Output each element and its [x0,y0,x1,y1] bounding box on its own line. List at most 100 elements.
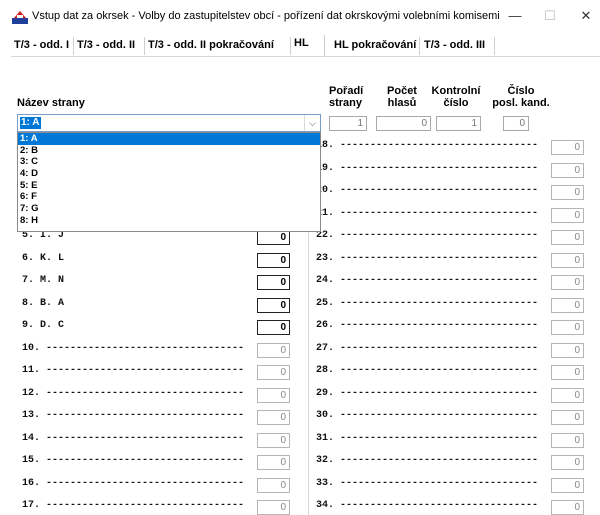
tab-divider [11,56,600,57]
candidate-votes-input: 0 [551,342,584,358]
candidate-label: 8. B. A [22,297,65,309]
candidate-votes-input: 0 [257,432,290,448]
control-number-header: Kontrolní číslo [431,85,481,109]
last-candidate-header: Číslo posl. kand. [490,85,552,109]
candidate-votes-input[interactable]: 0 [257,275,290,290]
candidate-votes-input: 0 [257,455,290,470]
candidate-label: 27. --------------------------------- [316,342,539,354]
tab-hl[interactable]: HL [291,35,325,56]
candidate-label: 17. --------------------------------- [22,500,245,511]
candidate-label: 12. --------------------------------- [22,387,245,399]
last-candidate-field: 0 [503,116,529,131]
candidate-votes-input[interactable]: 0 [257,252,290,268]
dropdown-option[interactable]: 5: E [18,180,320,192]
candidate-label: 13. --------------------------------- [22,410,245,421]
tab-t3-odd-2-continued[interactable]: T/3 - odd. II pokračování [145,37,291,55]
dropdown-option[interactable]: 2: B [18,145,320,157]
candidate-label: 15. --------------------------------- [22,455,245,466]
candidate-votes-input: 0 [257,410,290,425]
candidate-label: 16. --------------------------------- [22,477,245,489]
candidate-label: 25. --------------------------------- [316,297,539,309]
candidate-label: 26. --------------------------------- [316,320,539,331]
control-number-field: 1 [436,116,481,131]
votes-header: Počet hlasů [381,85,423,109]
candidate-label: 21. --------------------------------- [316,207,539,219]
candidate-label: 29. --------------------------------- [316,387,539,399]
candidate-votes-input: 0 [551,455,584,470]
party-select[interactable]: 1: A ⌵ [17,114,321,132]
minimize-button[interactable]: — [505,8,525,26]
candidate-votes-input[interactable]: 0 [257,320,290,335]
tab-t3-odd-2[interactable]: T/3 - odd. II [74,37,145,55]
control-number-header-line1: Kontrolní [431,85,481,97]
party-order-header-line1: Pořadí [329,85,364,97]
candidate-label: 34. --------------------------------- [316,500,539,511]
control-number-header-line2: číslo [443,97,469,109]
candidate-votes-input: 0 [551,432,584,448]
candidate-votes-input: 0 [257,342,290,358]
candidate-label: 6. K. L [22,252,65,264]
candidate-votes-input[interactable]: 0 [257,297,290,313]
candidate-label: 30. --------------------------------- [316,410,539,421]
dropdown-option[interactable]: 7: G [18,203,320,215]
votes-header-line2: hlasů [387,97,417,109]
candidate-label: 24. --------------------------------- [316,275,539,286]
dropdown-option[interactable]: 3: C [18,156,320,168]
chevron-down-icon[interactable]: ⌵ [304,115,320,131]
tab-hl-continued[interactable]: HL pokračování [326,37,420,55]
party-select-value: 1: A [20,117,41,129]
candidate-votes-input: 0 [257,477,290,493]
party-name-header: Název strany [17,97,85,109]
votes-header-line1: Počet [387,85,417,97]
candidate-label: 11. --------------------------------- [22,365,245,376]
votes-total-field: 0 [376,116,431,131]
dropdown-option[interactable]: 6: F [18,191,320,203]
last-candidate-header-line1: Číslo [507,85,535,97]
candidate-label: 23. --------------------------------- [316,252,539,264]
candidate-label: 28. --------------------------------- [316,365,539,376]
candidate-label: 9. D. C [22,320,65,331]
title-bar: Vstup dat za okrsek - Volby do zastupite… [0,0,600,34]
candidate-label: 20. --------------------------------- [316,185,539,196]
candidate-votes-input: 0 [551,252,584,268]
dropdown-option[interactable]: 1: A [18,133,320,145]
candidate-votes-input: 0 [551,140,584,155]
candidate-label: 32. --------------------------------- [316,455,539,466]
candidate-votes-input: 0 [551,162,584,178]
app-logo-icon [12,11,28,24]
dropdown-option[interactable]: 8: H [18,215,320,227]
candidate-votes-input: 0 [551,207,584,223]
candidate-label: 19. --------------------------------- [316,162,539,174]
candidate-votes-input: 0 [551,230,584,245]
dropdown-option[interactable]: 4: D [18,168,320,180]
party-order-header: Pořadí strany [329,85,363,109]
maximize-button[interactable]: ☐ [540,8,560,26]
tab-t3-odd-3[interactable]: T/3 - odd. III [421,37,495,55]
candidate-votes-input: 0 [551,477,584,493]
tab-t3-odd-1[interactable]: T/3 - odd. I [11,37,74,55]
last-candidate-header-line2: posl. kand. [492,97,550,109]
candidate-votes-input: 0 [257,500,290,515]
candidate-votes-input: 0 [551,185,584,200]
candidate-votes-input: 0 [551,297,584,313]
candidate-label: 22. --------------------------------- [316,230,539,241]
candidate-label: 31. --------------------------------- [316,432,539,444]
candidate-votes-input: 0 [551,387,584,403]
candidate-label: 14. --------------------------------- [22,432,245,444]
candidate-votes-input: 0 [551,500,584,515]
candidate-votes-input[interactable]: 0 [257,230,290,245]
party-order-header-line2: strany [329,97,363,109]
candidate-votes-input: 0 [257,387,290,403]
candidate-label: 7. M. N [22,275,65,286]
candidate-label: 33. --------------------------------- [316,477,539,489]
window-title: Vstup dat za okrsek - Volby do zastupite… [32,10,500,22]
candidate-label: 18. --------------------------------- [316,140,539,151]
party-dropdown-list: 1: A 2: B 3: C 4: D 5: E 6: F 7: G 8: H [17,132,321,232]
candidate-votes-input: 0 [257,365,290,380]
candidate-votes-input: 0 [551,410,584,425]
close-button[interactable]: ✕ [576,8,596,26]
candidate-votes-input: 0 [551,275,584,290]
candidate-votes-input: 0 [551,320,584,335]
party-order-field: 1 [329,116,367,131]
candidate-votes-input: 0 [551,365,584,380]
